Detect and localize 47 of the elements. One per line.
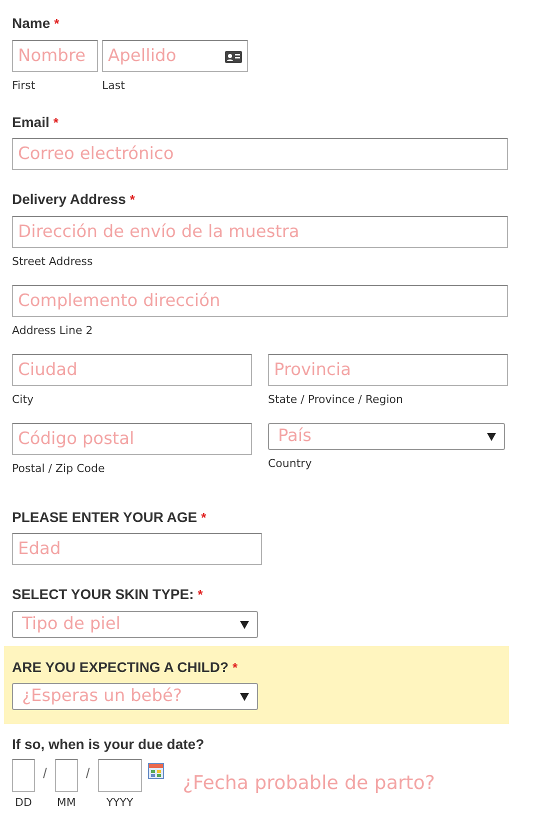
date-part-label: DD	[15, 796, 32, 810]
text-field[interactable]	[98, 759, 142, 792]
sublabel: State / Province / Region	[268, 392, 404, 406]
text-field[interactable]	[12, 759, 35, 792]
text-field[interactable]: Edad	[12, 533, 262, 565]
text-field[interactable]: Complemento dirección	[12, 284, 508, 316]
sublabel: First	[12, 78, 36, 92]
date-part-label: MM	[56, 796, 76, 810]
field-label: Name	[12, 15, 50, 32]
dropdown[interactable]: Tipo de piel	[12, 610, 258, 638]
field-label: ARE YOU EXPECTING A CHILD?	[12, 658, 229, 676]
text-field[interactable]: Código postal	[12, 422, 252, 454]
sublabel: Address Line 2	[12, 324, 94, 338]
caret-icon	[240, 620, 249, 628]
sublabel: Street Address	[12, 254, 94, 268]
required-asterisk: *	[54, 15, 60, 33]
calendar-icon[interactable]	[148, 763, 164, 779]
date-separator: /	[86, 764, 90, 783]
sublabel: City	[12, 392, 35, 406]
text-field[interactable]: Provincia	[268, 354, 508, 386]
dropdown[interactable]: País	[268, 422, 505, 450]
caret-icon	[487, 432, 496, 440]
text-field[interactable]: Nombre	[12, 40, 98, 72]
contact-card-icon	[225, 50, 242, 62]
hint-text: ¿Fecha probable de parto?	[182, 771, 435, 796]
caret-icon	[240, 692, 249, 701]
required-asterisk: *	[53, 114, 58, 132]
field-label: Email	[12, 114, 50, 130]
required-asterisk: *	[198, 586, 203, 604]
required-asterisk: *	[232, 658, 238, 676]
dropdown[interactable]: ¿Esperas un bebé?	[12, 683, 258, 710]
sublabel: Country	[268, 456, 313, 470]
field-label: SELECT YOUR SKIN TYPE:	[12, 586, 194, 603]
text-field[interactable]: Apellido	[102, 40, 248, 72]
field-label: PLEASE ENTER YOUR AGE	[12, 508, 198, 526]
text-field[interactable]	[54, 759, 78, 792]
date-separator: /	[43, 764, 47, 783]
required-asterisk: *	[201, 508, 206, 526]
field-label: Delivery Address	[12, 191, 126, 208]
text-field[interactable]: Correo electrónico	[12, 138, 508, 170]
sublabel: Postal / Zip Code	[12, 462, 106, 476]
field-label: If so, when is your due date?	[12, 736, 204, 753]
date-part-label: YYYY	[106, 796, 134, 810]
required-asterisk: *	[130, 191, 135, 209]
text-field[interactable]: Ciudad	[12, 354, 252, 386]
text-field[interactable]: Dirección de envío de la muestra	[12, 216, 508, 248]
sublabel: Last	[102, 78, 126, 92]
